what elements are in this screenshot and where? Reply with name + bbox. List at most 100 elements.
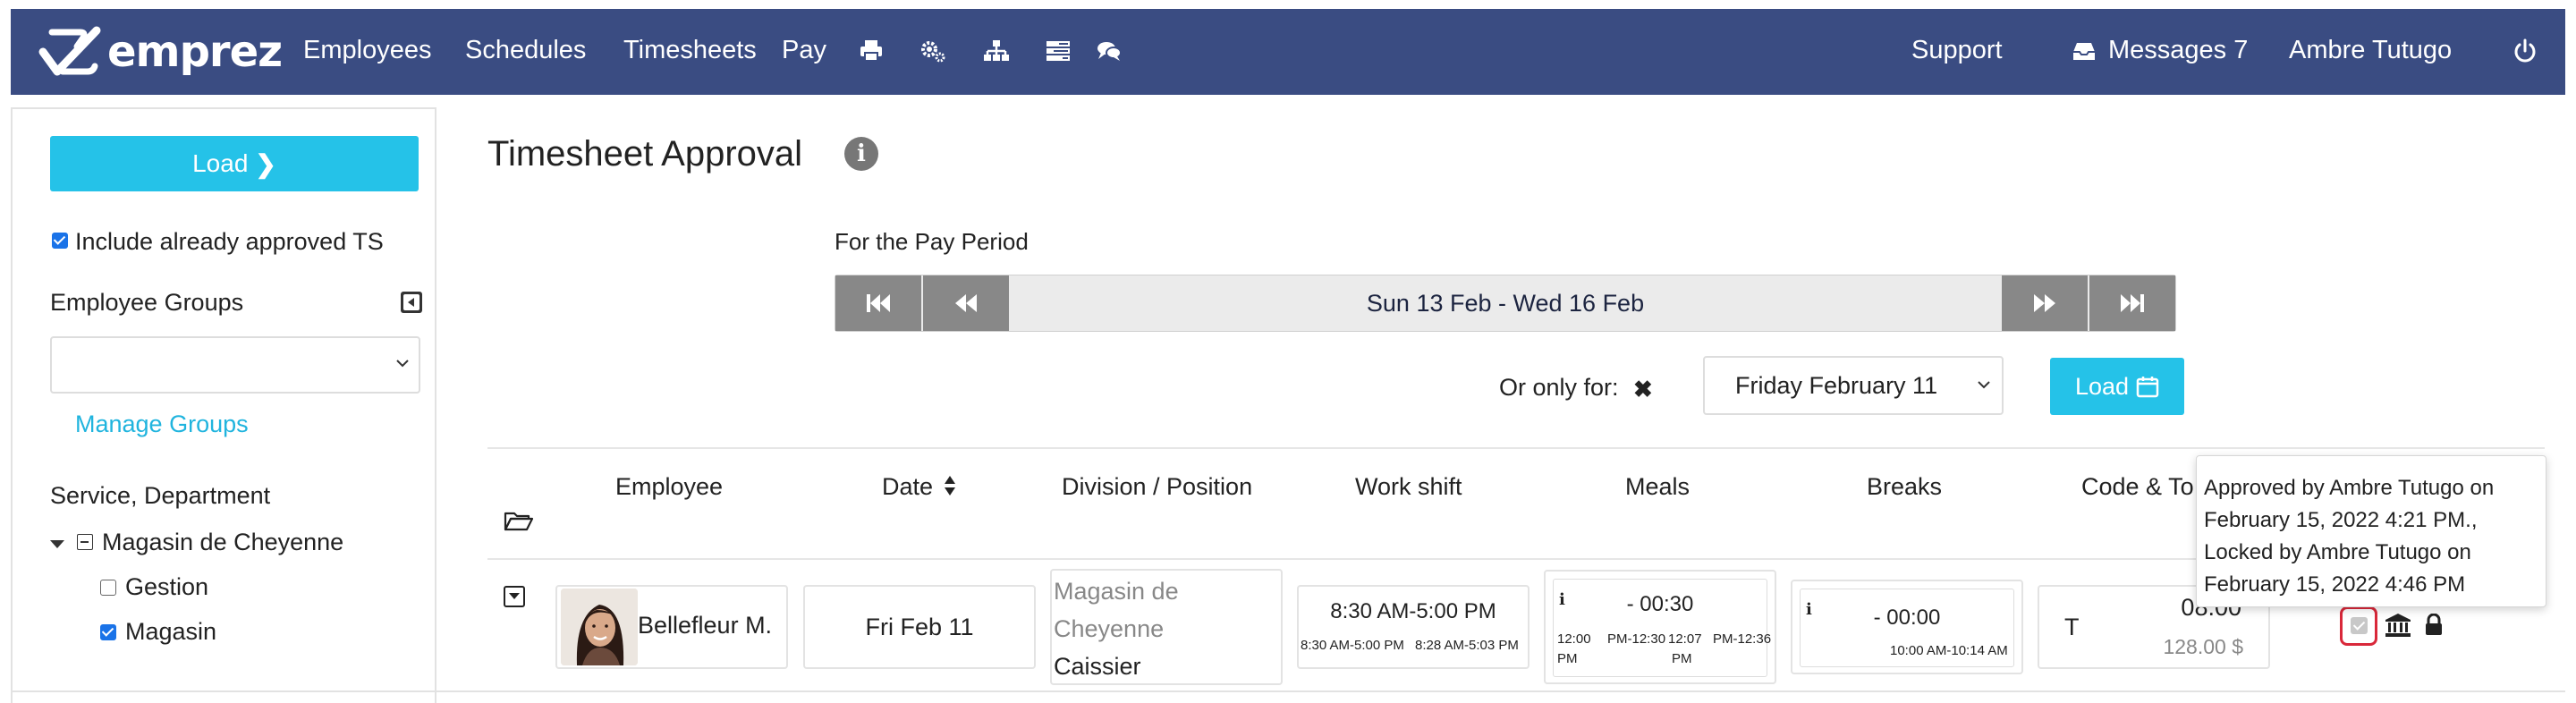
sort-icon [944,474,956,503]
position-value: Caissier [1054,653,1141,680]
employee-cell[interactable]: Bellefleur M. [555,585,788,669]
calendar-icon [2136,377,2159,398]
include-approved-checkbox[interactable] [52,233,68,249]
employee-name: Bellefleur M. [638,612,773,639]
work-shift-punched: 8:28 AM-5:03 PM [1415,638,1519,653]
meals-cell[interactable]: i - 00:30 12:00 PM PM-12:30 12:07 PM-12:… [1544,570,1776,684]
work-shift-scheduled: 8:30 AM-5:00 PM [1301,638,1404,653]
load-date-button[interactable]: Load [2050,358,2184,415]
col-code-total[interactable]: Code & To [2081,472,2194,501]
division-value: Magasin de Cheyenne [1054,578,1179,642]
logo-icon [38,26,101,76]
nav-employees[interactable]: Employees [303,34,431,66]
tooltip-line: Approved by Ambre Tutugo on [2204,476,2495,500]
amount-value: 128.00 $ [2163,635,2243,658]
sitemap-icon[interactable] [981,36,1012,66]
only-for-date-select[interactable]: Friday February 11 [1703,356,2004,415]
employee-groups-select[interactable] [50,336,420,394]
sidebar-load-button[interactable]: Load ❯ [50,136,419,191]
nav-messages[interactable]: Messages 7 [2108,34,2248,66]
comments-icon[interactable] [1094,36,1124,66]
col-division-position[interactable]: Division / Position [1062,472,1252,501]
col-date-label: Date [882,473,934,500]
power-icon[interactable] [2510,36,2540,66]
meal-sched-start: 12:00 [1557,631,1591,647]
nav-user-menu[interactable]: Ambre Tutugo [2289,34,2452,66]
col-date[interactable]: Date [882,472,956,503]
break-punch: 10:00 AM-10:14 AM [1890,643,2008,658]
pay-period-range: Sun 13 Feb - Wed 16 Feb [1366,289,1645,317]
employee-groups-label: Employee Groups [50,289,244,316]
last-period-button[interactable] [2089,275,2175,331]
tree-item-gestion[interactable]: Gestion [125,572,208,601]
col-work-shift[interactable]: Work shift [1355,472,1462,501]
backward-icon [955,294,977,312]
previous-period-button[interactable] [923,275,1009,331]
manage-groups-link[interactable]: Manage Groups [75,410,249,438]
inbox-icon[interactable] [2070,36,2098,66]
expand-row-icon[interactable] [504,586,525,607]
meals-total: - 00:30 [1626,592,1694,616]
first-period-button[interactable] [835,275,921,331]
meal-punch-ampm: PM [1672,651,1692,666]
load-label: Load [192,149,249,177]
top-navbar: emprez Employees Schedules Timesheets Pa… [11,9,2565,95]
print-icon[interactable] [856,36,886,66]
approved-checkbox[interactable] [2351,617,2368,634]
meal-punch-start: 12:07 [1668,631,1702,647]
clear-date-icon[interactable]: ✖ [1633,376,1653,403]
fast-forward-icon [2121,294,2144,312]
tree-checkbox-gestion[interactable] [100,580,116,596]
meal-sched-end: PM-12:30 [1607,631,1666,647]
tooltip-line: February 15, 2022 4:21 PM., [2204,508,2478,532]
break-entry[interactable]: i - 00:00 10:00 AM-10:14 AM [1800,589,2014,667]
pay-period-navigator: Sun 13 Feb - Wed 16 Feb [835,275,2176,332]
meal-entry[interactable]: i - 00:30 12:00 PM PM-12:30 12:07 PM-12:… [1553,579,1771,677]
forward-icon [2034,294,2055,312]
tasks-icon[interactable] [1043,36,1073,66]
load-date-label: Load [2074,372,2130,400]
brand-logo[interactable]: emprez [34,21,283,82]
date-cell[interactable]: Fri Feb 11 [803,585,1036,669]
meal-punch-end: PM-12:36 [1713,631,1772,647]
tree-checkbox-magasin[interactable] [100,624,116,640]
only-for-label: Or only for: [1499,374,1619,401]
meal-sched-ampm: PM [1557,651,1578,666]
sidebar: Load ❯ Include already approved TS Emplo… [11,107,436,703]
lock-icon[interactable] [2424,614,2444,637]
cogs-icon[interactable] [918,36,948,66]
include-approved-label: Include already approved TS [75,228,384,255]
work-shift-cell[interactable]: 8:30 AM-5:00 PM 8:30 AM-5:00 PM 8:28 AM-… [1297,585,1530,669]
caret-down-icon[interactable] [50,540,64,548]
minus-square-icon[interactable] [77,534,93,550]
nav-timesheets[interactable]: Timesheets [623,34,757,66]
service-department-label: Service, Department [50,482,271,509]
divider [487,447,2545,449]
col-meals[interactable]: Meals [1625,472,1690,501]
approval-tooltip: Approved by Ambre Tutugo on February 15,… [2196,455,2546,607]
next-period-button[interactable] [2002,275,2088,331]
tree-root-label[interactable]: Magasin de Cheyenne [102,528,343,556]
nav-schedules[interactable]: Schedules [465,34,586,66]
nav-support[interactable]: Support [1911,34,2003,66]
divider [11,690,2565,692]
nav-pay[interactable]: Pay [782,34,826,66]
tooltip-line: February 15, 2022 4:46 PM [2204,572,2466,597]
division-position-cell[interactable]: Magasin de Cheyenne Caissier [1050,569,1283,685]
col-employee[interactable]: Employee [615,472,723,501]
avatar [561,589,638,665]
collapse-sidebar-icon[interactable] [401,292,422,313]
tree-item-magasin[interactable]: Magasin [125,617,216,646]
breaks-total: - 00:00 [1873,606,1941,630]
info-icon[interactable]: i [844,137,878,171]
code-value: T [2064,614,2080,640]
breaks-cell[interactable]: i - 00:00 10:00 AM-10:14 AM [1791,580,2023,674]
chevron-down-icon [1978,381,1990,389]
brand-name: emprez [107,27,283,77]
fast-backward-icon [867,294,890,312]
folder-open-icon[interactable] [504,508,534,533]
col-breaks[interactable]: Breaks [1867,472,1942,501]
bank-icon[interactable] [2385,612,2411,639]
work-shift-value: 8:30 AM-5:00 PM [1330,599,1496,623]
tooltip-line: Locked by Ambre Tutugo on [2204,540,2471,564]
